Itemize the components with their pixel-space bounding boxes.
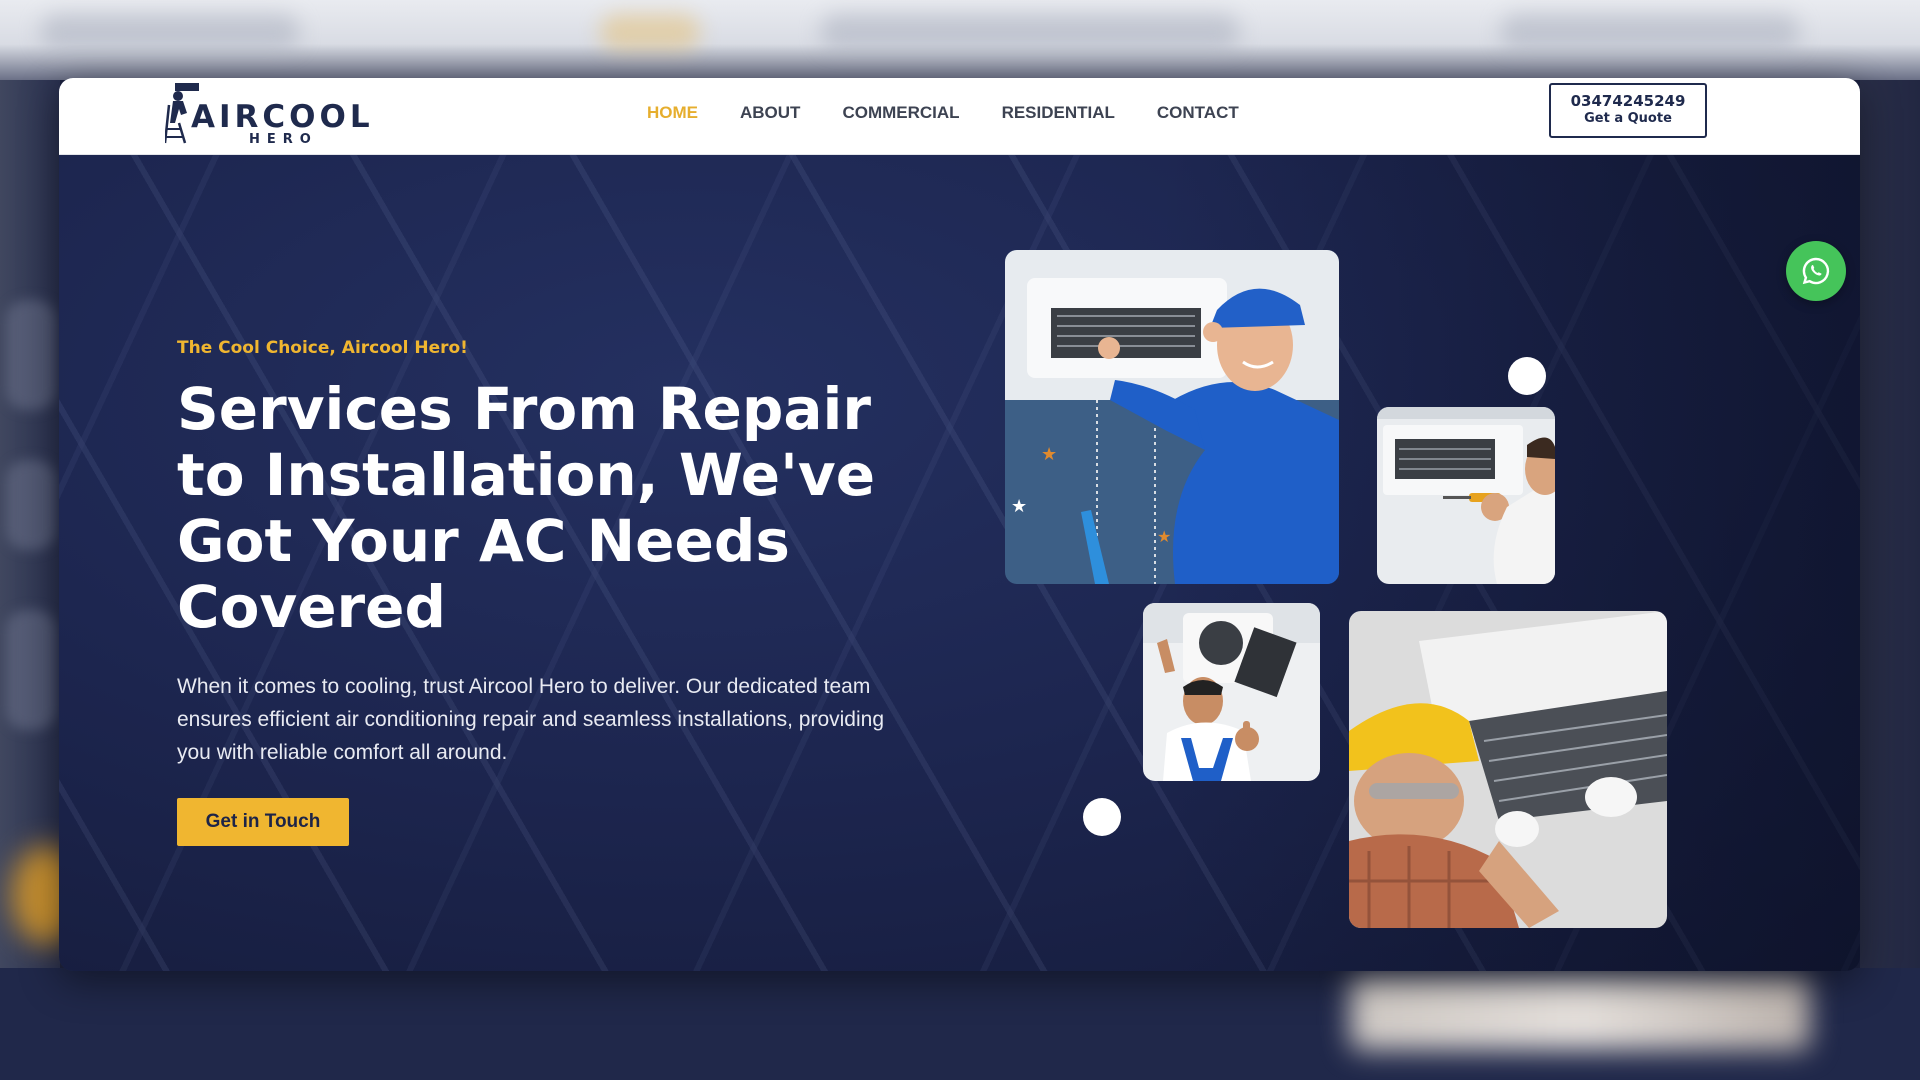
main-navigation: HOME ABOUT COMMERCIAL RESIDENTIAL CONTAC… xyxy=(647,103,1239,123)
hero-description: When it comes to cooling, trust Aircool … xyxy=(177,675,885,764)
nav-commercial[interactable]: COMMERCIAL xyxy=(842,103,959,123)
blurred-background-card xyxy=(1350,975,1810,1050)
whatsapp-button[interactable] xyxy=(1786,241,1846,301)
whatsapp-icon xyxy=(1802,257,1830,285)
logo-wordmark: AIRCOOL xyxy=(191,99,374,135)
technician-thumbs-up-photo xyxy=(1143,603,1320,781)
hero-headline: Services From Repair to Installation, We… xyxy=(177,375,876,641)
nav-residential[interactable]: RESIDENTIAL xyxy=(1002,103,1115,123)
get-a-quote-button[interactable]: 03474245249 Get a Quote xyxy=(1549,83,1707,138)
logo-subtitle: HERO xyxy=(249,132,318,147)
site-logo[interactable]: AIRCOOL HERO xyxy=(165,83,385,147)
decorative-dot-top xyxy=(1508,357,1546,395)
get-in-touch-button[interactable]: Get in Touch xyxy=(177,798,349,846)
blurred-background-top xyxy=(0,0,1920,80)
svg-text:★: ★ xyxy=(1157,529,1171,546)
hero-tagline: The Cool Choice, Aircool Hero! xyxy=(177,338,468,358)
svg-text:★: ★ xyxy=(1041,444,1057,464)
nav-about[interactable]: ABOUT xyxy=(740,103,800,123)
website-window: AIRCOOL HERO HOME ABOUT COMMERCIAL RESID… xyxy=(59,78,1860,971)
technician-screwdriver-photo xyxy=(1377,407,1555,584)
get-a-quote-label: Get a Quote xyxy=(1584,111,1672,126)
phone-number: 03474245249 xyxy=(1570,92,1686,110)
decorative-dot-bottom xyxy=(1083,798,1121,836)
site-header: AIRCOOL HERO HOME ABOUT COMMERCIAL RESID… xyxy=(59,78,1860,155)
technician-hardhat-photo xyxy=(1349,611,1667,928)
blurred-background-right xyxy=(1860,80,1920,980)
nav-contact[interactable]: CONTACT xyxy=(1157,103,1239,123)
svg-text:★: ★ xyxy=(1011,496,1027,516)
technician-ac-photo-main: ★ ★ ★ xyxy=(1005,250,1339,584)
nav-home[interactable]: HOME xyxy=(647,103,698,123)
